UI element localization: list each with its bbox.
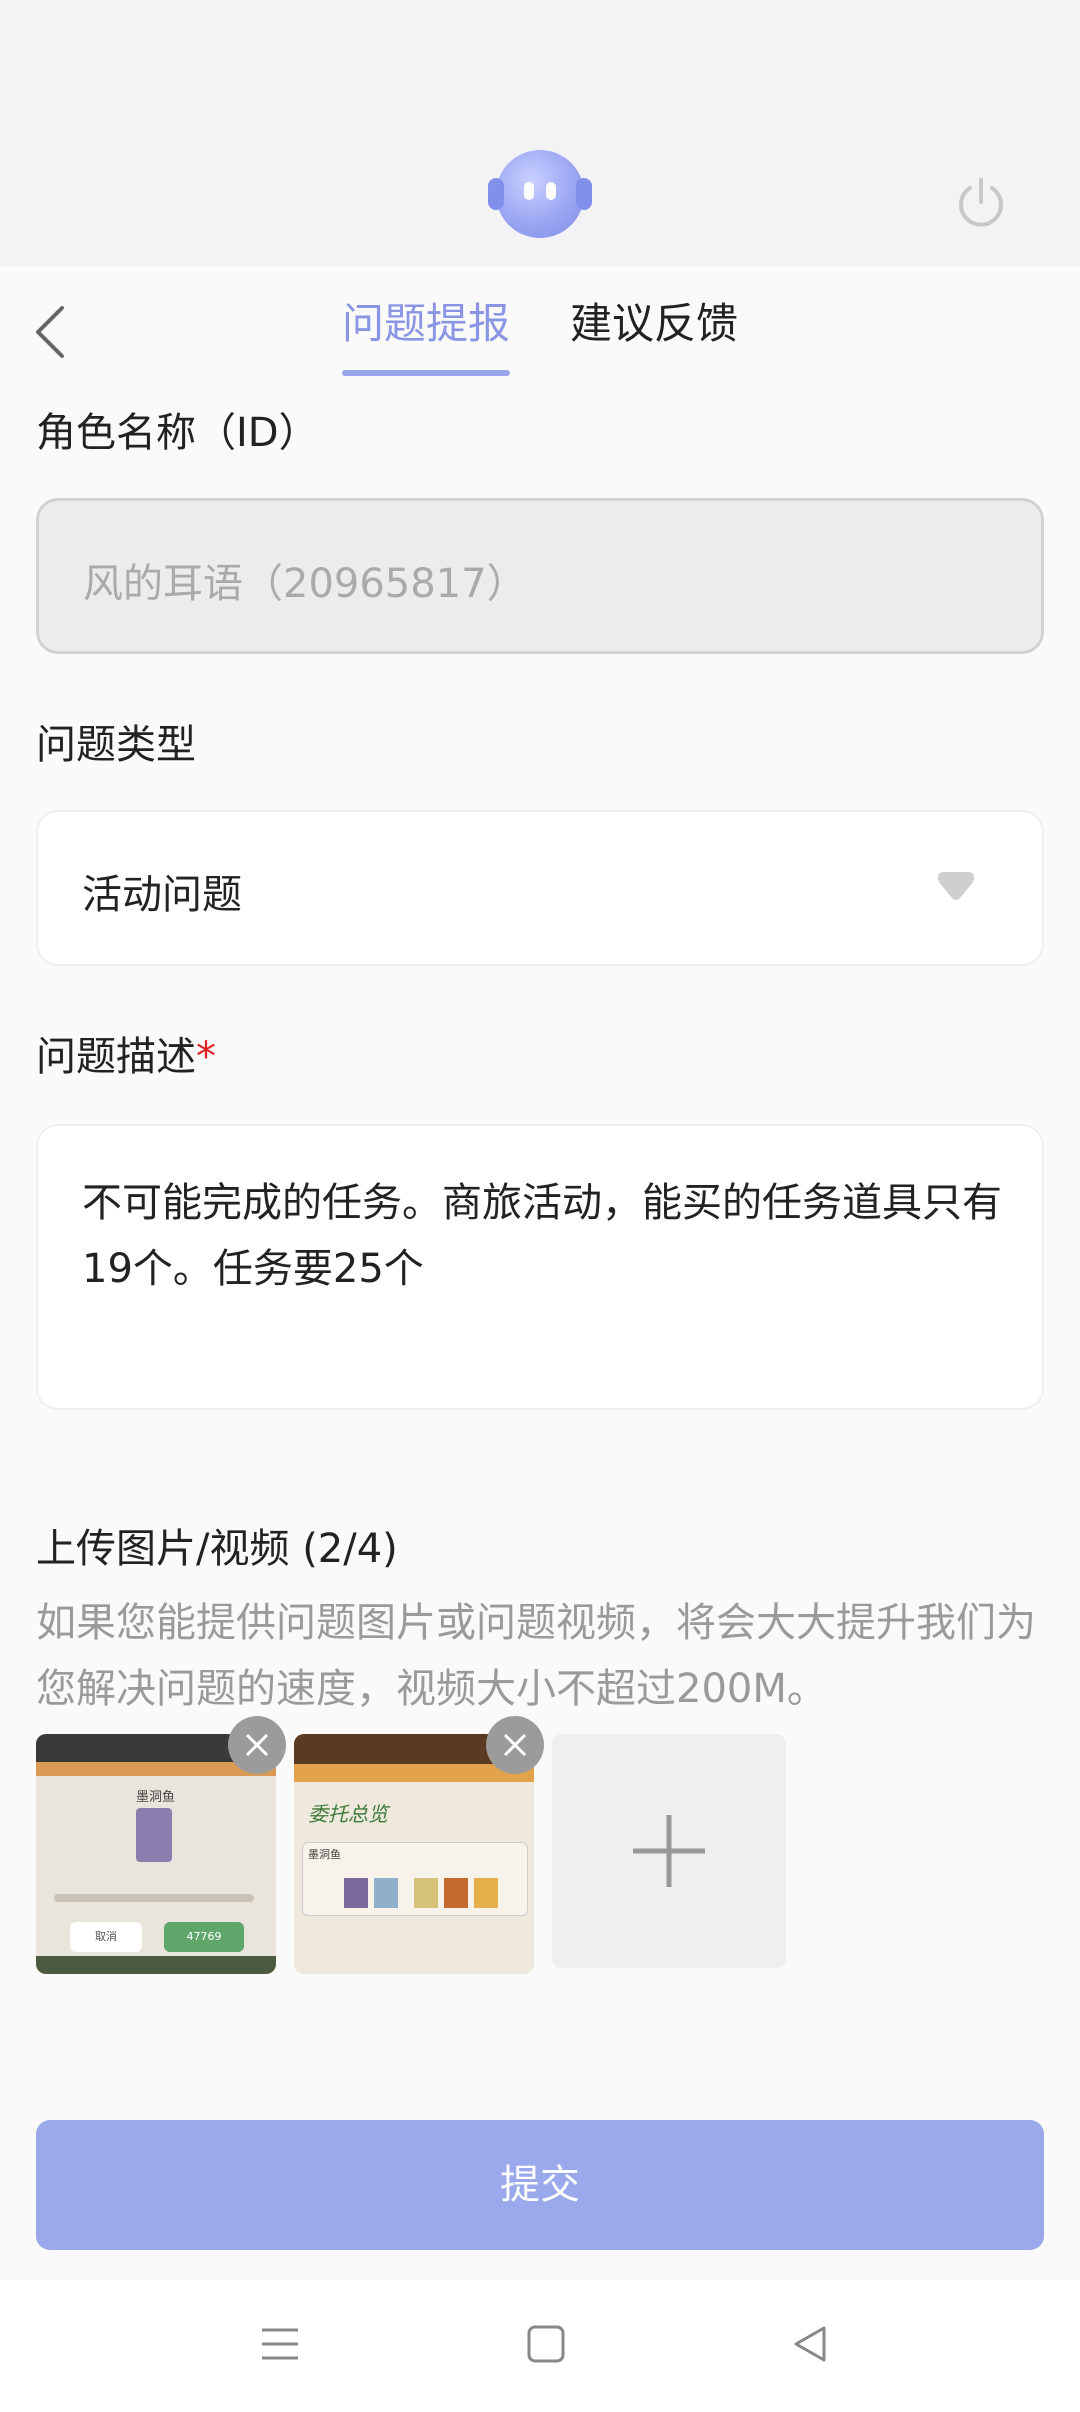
add-media-button[interactable] <box>552 1734 786 1968</box>
tab-bar: 问题提报 建议反馈 <box>0 266 1080 386</box>
problem-type-label: 问题类型 <box>36 722 196 768</box>
thumb2-item: 墨洞鱼 <box>308 1848 341 1861</box>
system-nav-bar <box>0 2280 1080 2412</box>
plus-icon <box>633 1815 705 1887</box>
back-icon[interactable] <box>790 2324 830 2364</box>
problem-description-label-text: 问题描述 <box>36 1034 196 1080</box>
dropdown-caret-icon <box>938 872 974 900</box>
remove-image-2-button[interactable] <box>486 1716 544 1774</box>
submit-button[interactable]: 提交 <box>36 2120 1044 2250</box>
uploaded-image-2[interactable]: 委托总览 墨洞鱼 <box>294 1734 534 1974</box>
feedback-page: 问题提报 建议反馈 角色名称（ID） 风的耳语（20965817） 问题类型 活… <box>0 0 1080 2412</box>
role-name-field: 风的耳语（20965817） <box>36 498 1044 654</box>
tab-suggestion-feedback[interactable]: 建议反馈 <box>570 296 738 352</box>
thumb1-count: 47769 <box>164 1922 244 1952</box>
upload-hint: 如果您能提供问题图片或问题视频，将会大大提升我们为您解决问题的速度，视频大小不超… <box>36 1600 1036 1712</box>
home-icon[interactable] <box>526 2324 566 2364</box>
problem-type-value: 活动问题 <box>82 872 242 918</box>
problem-description-textarea[interactable]: 不可能完成的任务。商旅活动，能买的任务道具只有19个。任务要25个 <box>36 1124 1044 1410</box>
menu-icon[interactable] <box>260 2324 300 2364</box>
thumb2-title: 委托总览 <box>308 1802 388 1826</box>
problem-description-value: 不可能完成的任务。商旅活动，能买的任务道具只有19个。任务要25个 <box>82 1180 1002 1292</box>
role-name-label: 角色名称（ID） <box>36 410 319 456</box>
tab-problem-report[interactable]: 问题提报 <box>342 296 510 352</box>
role-name-value: 风的耳语（20965817） <box>83 561 527 607</box>
thumb1-title: 墨洞鱼 <box>136 1790 176 1805</box>
close-icon <box>245 1733 269 1757</box>
uploaded-image-1[interactable]: 墨洞鱼 取消 47769 <box>36 1734 276 1974</box>
required-mark: * <box>196 1034 216 1080</box>
active-tab-indicator <box>342 370 510 376</box>
problem-description-label: 问题描述* <box>36 1030 216 1084</box>
problem-type-select[interactable]: 活动问题 <box>36 810 1044 966</box>
power-icon[interactable] <box>954 176 1008 230</box>
app-header <box>0 0 1080 266</box>
back-arrow-icon[interactable] <box>28 302 74 362</box>
upload-label: 上传图片/视频 (2/4) <box>36 1526 398 1572</box>
remove-image-1-button[interactable] <box>228 1716 286 1774</box>
thumb1-cancel: 取消 <box>70 1922 142 1952</box>
assistant-avatar-icon <box>488 150 592 238</box>
close-icon <box>503 1733 527 1757</box>
